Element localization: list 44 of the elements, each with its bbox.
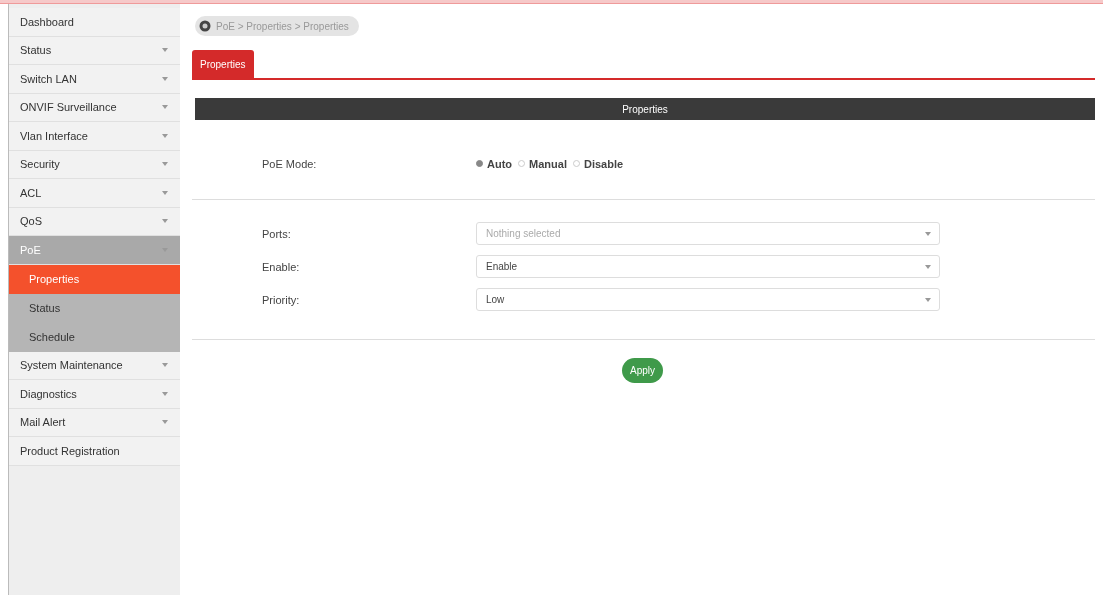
apply-button[interactable]: Apply xyxy=(622,358,663,383)
radio-option[interactable]: Manual xyxy=(518,157,567,170)
circle-icon xyxy=(199,20,211,32)
field-label: Priority: xyxy=(261,293,301,306)
caret-icon xyxy=(162,391,168,396)
caret-icon xyxy=(925,231,931,236)
select-field[interactable]: Enable xyxy=(476,255,940,278)
sidebar-subitem[interactable]: Schedule xyxy=(9,322,180,352)
caret-icon xyxy=(162,190,168,195)
field-label: Enable: xyxy=(261,260,301,273)
caret-icon xyxy=(925,264,931,269)
caret-icon xyxy=(162,48,168,53)
radio-button[interactable] xyxy=(518,160,526,167)
sidebar-subitem[interactable]: Status xyxy=(9,293,180,323)
sidebar-item[interactable]: Product Registration xyxy=(9,437,180,466)
caret-icon xyxy=(162,363,168,368)
sidebar-item[interactable]: ONVIF Surveillance xyxy=(9,93,180,122)
radio-option[interactable]: Auto xyxy=(476,157,513,170)
sidebar-item[interactable]: Security xyxy=(9,150,180,179)
radio-button[interactable] xyxy=(476,160,483,167)
caret-icon xyxy=(162,105,168,110)
sidebar-item[interactable]: QoS xyxy=(9,207,180,236)
sidebar-item[interactable]: Mail Alert xyxy=(9,408,180,437)
breadcrumb: PoE > Properties > Properties xyxy=(195,16,359,36)
sidebar-item[interactable]: Status xyxy=(9,36,180,65)
radio-option[interactable]: Disable xyxy=(572,157,624,170)
sidebar-item[interactable]: Switch LAN xyxy=(9,65,180,94)
sidebar-item[interactable]: Dashboard xyxy=(9,8,180,37)
field-label: Ports: xyxy=(261,227,292,240)
caret-icon xyxy=(162,219,168,224)
caret-icon xyxy=(925,297,931,302)
sidebar-item[interactable]: System Maintenance xyxy=(9,351,180,380)
sidebar-item[interactable]: ACL xyxy=(9,179,180,208)
select-field[interactable]: Low xyxy=(476,288,940,311)
caret-icon xyxy=(162,420,168,425)
tab[interactable]: Properties xyxy=(192,50,254,78)
caret-icon xyxy=(162,133,168,138)
panel-header: Properties xyxy=(195,98,1095,120)
sidebar-item[interactable]: Diagnostics xyxy=(9,380,180,409)
radio-button[interactable] xyxy=(572,160,580,167)
field-label: PoE Mode: xyxy=(261,157,318,170)
caret-icon xyxy=(162,162,168,167)
caret-icon xyxy=(162,76,168,81)
sidebar-item[interactable]: Vlan Interface xyxy=(9,122,180,151)
